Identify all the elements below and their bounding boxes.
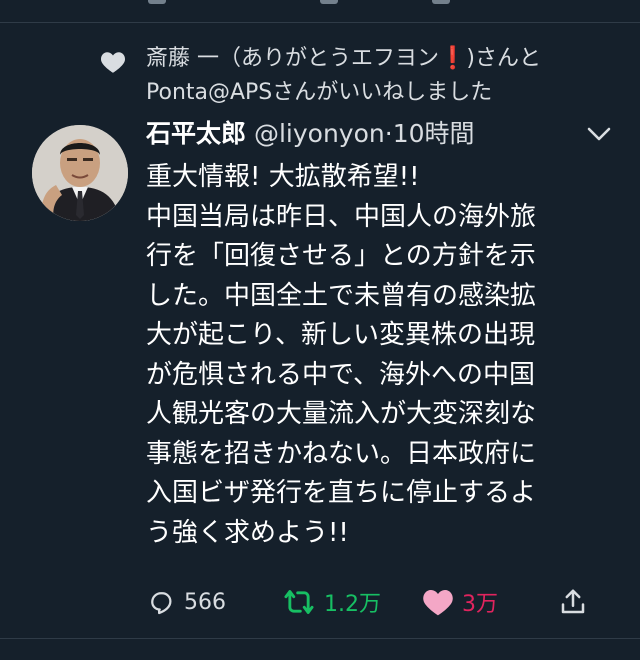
retweet-icon: [284, 590, 314, 614]
tweet-text: 重大情報! 大拡散希望!! 中国当局は昨日、中国人の海外旅 行を「回復させる」と…: [146, 158, 606, 553]
author-handle[interactable]: @liyonyon: [254, 119, 385, 148]
divider: [0, 638, 640, 639]
chevron-down-icon[interactable]: [586, 124, 612, 144]
author-name[interactable]: 石平太郎: [146, 119, 246, 148]
heart-filled-icon: [423, 590, 453, 616]
tweet-line: 大が起こり、新しい変異株の出現: [146, 320, 535, 350]
avatar[interactable]: [32, 125, 128, 221]
tweet-line: が危惧される中で、海外への中国: [146, 359, 535, 390]
tweet-line: した。中国全土で未曾有の感染拡: [146, 280, 537, 311]
previous-tweet-icon: [320, 0, 338, 4]
separator: ·: [384, 119, 393, 148]
tweet-line: う強く求めよう!!: [146, 517, 349, 548]
like-count: 3万: [462, 592, 498, 617]
tweet-line: 事態を招きかねない。日本政府に: [146, 438, 537, 469]
share-icon: [561, 589, 585, 614]
retweet-count: 1.2万: [324, 592, 381, 617]
tweet-line: 重大情報! 大拡散希望!!: [146, 162, 420, 192]
tweet-line: 中国当局は昨日、中国人の海外旅: [146, 201, 537, 232]
heart-icon: [100, 50, 126, 85]
reply-count: 566: [184, 589, 226, 615]
tweet-actions: 566 1.2万 3万: [146, 582, 616, 622]
tweet-header: 石平太郎 @liyonyon·10時間: [146, 114, 475, 154]
tweet-line: 入国ビザ発行を直ちに停止するよ: [146, 478, 537, 508]
previous-tweet-icon: [148, 0, 166, 4]
previous-tweet-stub: [0, 0, 640, 23]
share-button[interactable]: [558, 582, 588, 622]
timestamp[interactable]: 10時間: [393, 119, 475, 148]
reply-icon: [151, 592, 172, 615]
tweet-line: 行を「回復させる」との方針を示: [146, 241, 536, 271]
like-button[interactable]: 3万: [422, 582, 498, 622]
reply-button[interactable]: 566: [146, 582, 226, 622]
social-context-text[interactable]: 斎藤 一（ありがとうエフヨン❗)さんとPonta@APSさんがいいねしました: [146, 42, 626, 110]
retweet-button[interactable]: 1.2万: [282, 582, 381, 622]
exclamation-emoji: ❗: [439, 46, 467, 71]
tweet-line: 人観光客の大量流入が大変深刻な: [146, 399, 537, 429]
previous-tweet-icon: [432, 0, 450, 4]
social-context-prefix: 斎藤 一（ありがとうエフヨン: [146, 46, 439, 71]
